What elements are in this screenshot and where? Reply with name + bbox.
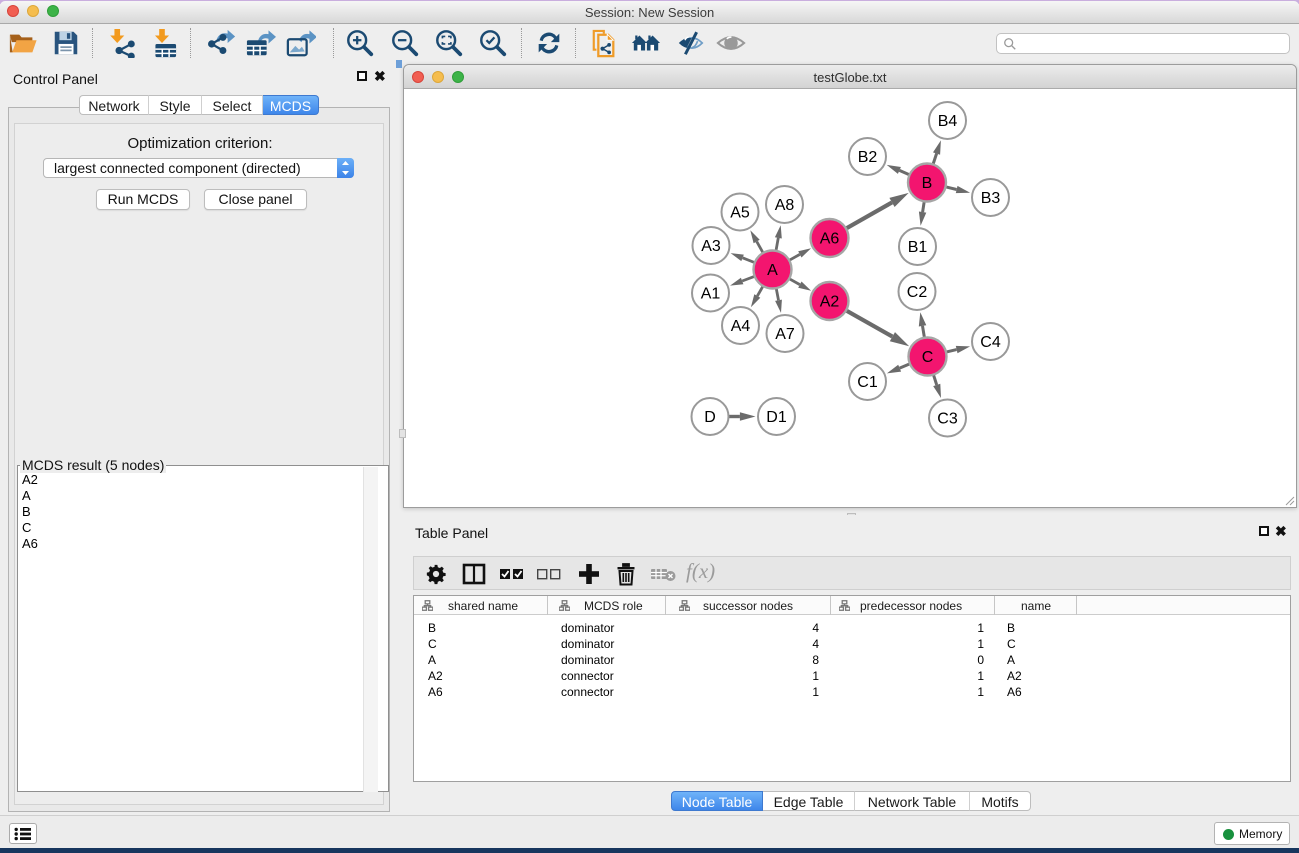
svg-text:A5: A5 — [730, 205, 750, 222]
svg-text:A4: A4 — [731, 318, 751, 335]
svg-text:B4: B4 — [938, 113, 958, 130]
svg-text:B2: B2 — [858, 149, 878, 166]
svg-text:B3: B3 — [981, 190, 1001, 207]
svg-text:A6: A6 — [820, 231, 840, 248]
svg-text:A: A — [767, 262, 778, 279]
svg-text:A2: A2 — [820, 294, 840, 311]
svg-text:C2: C2 — [907, 284, 928, 301]
svg-text:D1: D1 — [766, 409, 787, 426]
svg-text:A3: A3 — [701, 238, 721, 255]
svg-text:A7: A7 — [775, 326, 795, 343]
svg-text:C: C — [922, 349, 934, 366]
svg-text:C4: C4 — [980, 334, 1001, 351]
svg-text:A8: A8 — [775, 197, 795, 214]
svg-text:D: D — [704, 409, 716, 426]
svg-text:B: B — [922, 175, 933, 192]
svg-text:A1: A1 — [701, 286, 721, 303]
svg-text:B1: B1 — [908, 239, 928, 256]
svg-text:C1: C1 — [857, 374, 878, 391]
svg-text:C3: C3 — [937, 411, 958, 428]
